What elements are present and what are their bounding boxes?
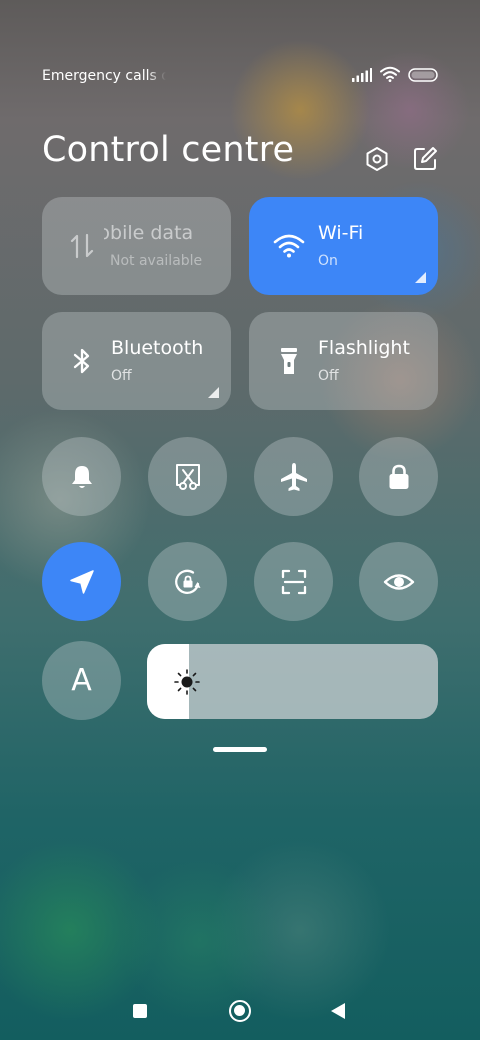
- location-arrow-icon: [69, 569, 94, 594]
- settings-icon[interactable]: [364, 146, 390, 172]
- flashlight-tile[interactable]: Flashlight Off: [249, 312, 438, 410]
- wifi-label: Wi-Fi: [318, 222, 364, 244]
- scanner-toggle[interactable]: [254, 542, 333, 621]
- airplane-icon: [280, 462, 307, 491]
- mobile-data-icon: [66, 230, 98, 262]
- auto-brightness-icon: A: [71, 662, 92, 698]
- drag-handle[interactable]: [213, 747, 267, 752]
- expand-corner-icon[interactable]: [208, 387, 219, 398]
- recents-square-icon[interactable]: [133, 1004, 147, 1018]
- flashlight-status: Off: [318, 368, 339, 384]
- lock-screen-toggle[interactable]: [359, 437, 438, 516]
- reading-mode-toggle[interactable]: [359, 542, 438, 621]
- silent-toggle[interactable]: [42, 437, 121, 516]
- eye-icon: [383, 573, 414, 590]
- mobile-data-tile[interactable]: Mobile data Not available: [42, 197, 231, 295]
- status-bar: Emergency calls only: [42, 64, 438, 88]
- flashlight-icon: [273, 345, 305, 377]
- expand-corner-icon[interactable]: [415, 272, 426, 283]
- carrier-status-text: Emergency calls only: [42, 68, 166, 84]
- auto-brightness-toggle[interactable]: A: [42, 641, 121, 720]
- mobile-data-status: Not available: [110, 253, 203, 269]
- mobile-data-text-clip: Mobile data Not available: [104, 197, 209, 295]
- brightness-slider[interactable]: [147, 644, 438, 719]
- battery-icon: [408, 67, 438, 86]
- navigation-bar: [0, 994, 480, 1028]
- edit-icon[interactable]: [412, 146, 438, 172]
- wifi-icon: [380, 66, 400, 86]
- control-centre-header: Control centre: [42, 126, 438, 182]
- bluetooth-label: Bluetooth: [111, 337, 204, 359]
- wifi-icon: [273, 230, 305, 262]
- bluetooth-icon: [66, 345, 98, 377]
- back-triangle-icon[interactable]: [331, 1003, 345, 1019]
- sun-icon: [174, 669, 200, 695]
- scan-icon: [281, 569, 306, 594]
- wifi-status: On: [318, 253, 338, 269]
- header-actions: [364, 146, 438, 172]
- bluetooth-status: Off: [111, 368, 132, 384]
- status-icons: [352, 66, 438, 86]
- location-toggle[interactable]: [42, 542, 121, 621]
- mobile-data-label: Mobile data: [104, 222, 194, 244]
- home-circle-icon[interactable]: [229, 1000, 251, 1022]
- rotation-lock-toggle[interactable]: [148, 542, 227, 621]
- screenshot-scissors-icon: [175, 463, 200, 490]
- bluetooth-tile[interactable]: Bluetooth Off: [42, 312, 231, 410]
- airplane-mode-toggle[interactable]: [254, 437, 333, 516]
- lock-icon: [389, 464, 408, 489]
- screenshot-toggle[interactable]: [148, 437, 227, 516]
- bell-icon: [71, 465, 92, 488]
- wifi-tile[interactable]: Wi-Fi On: [249, 197, 438, 295]
- rotation-lock-icon: [174, 569, 200, 594]
- signal-icon: [352, 67, 372, 86]
- flashlight-label: Flashlight: [318, 337, 410, 359]
